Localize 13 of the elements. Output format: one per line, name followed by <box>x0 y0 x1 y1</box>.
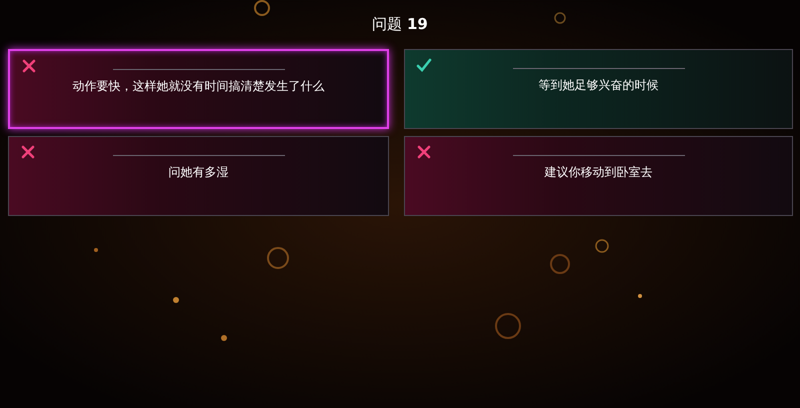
question-title: 问题 19 <box>372 15 428 34</box>
answer-option[interactable]: 等到她足够兴奋的时候 <box>404 49 793 129</box>
answer-text: 建议你移动到卧室去 <box>544 164 652 181</box>
answer-option[interactable]: 建议你移动到卧室去 <box>404 136 793 216</box>
check-icon <box>416 57 432 73</box>
answer-text: 动作要快，这样她就没有时间搞清楚发生了什么 <box>72 78 324 95</box>
answer-option[interactable]: 问她有多湿 <box>8 136 389 216</box>
answer-option[interactable]: 动作要快，这样她就没有时间搞清楚发生了什么 <box>8 49 389 129</box>
answer-text: 问她有多湿 <box>168 164 228 181</box>
cross-icon <box>21 58 37 74</box>
answer-text: 等到她足够兴奋的时候 <box>538 77 658 94</box>
cross-icon <box>20 144 36 160</box>
cross-icon <box>416 144 432 160</box>
